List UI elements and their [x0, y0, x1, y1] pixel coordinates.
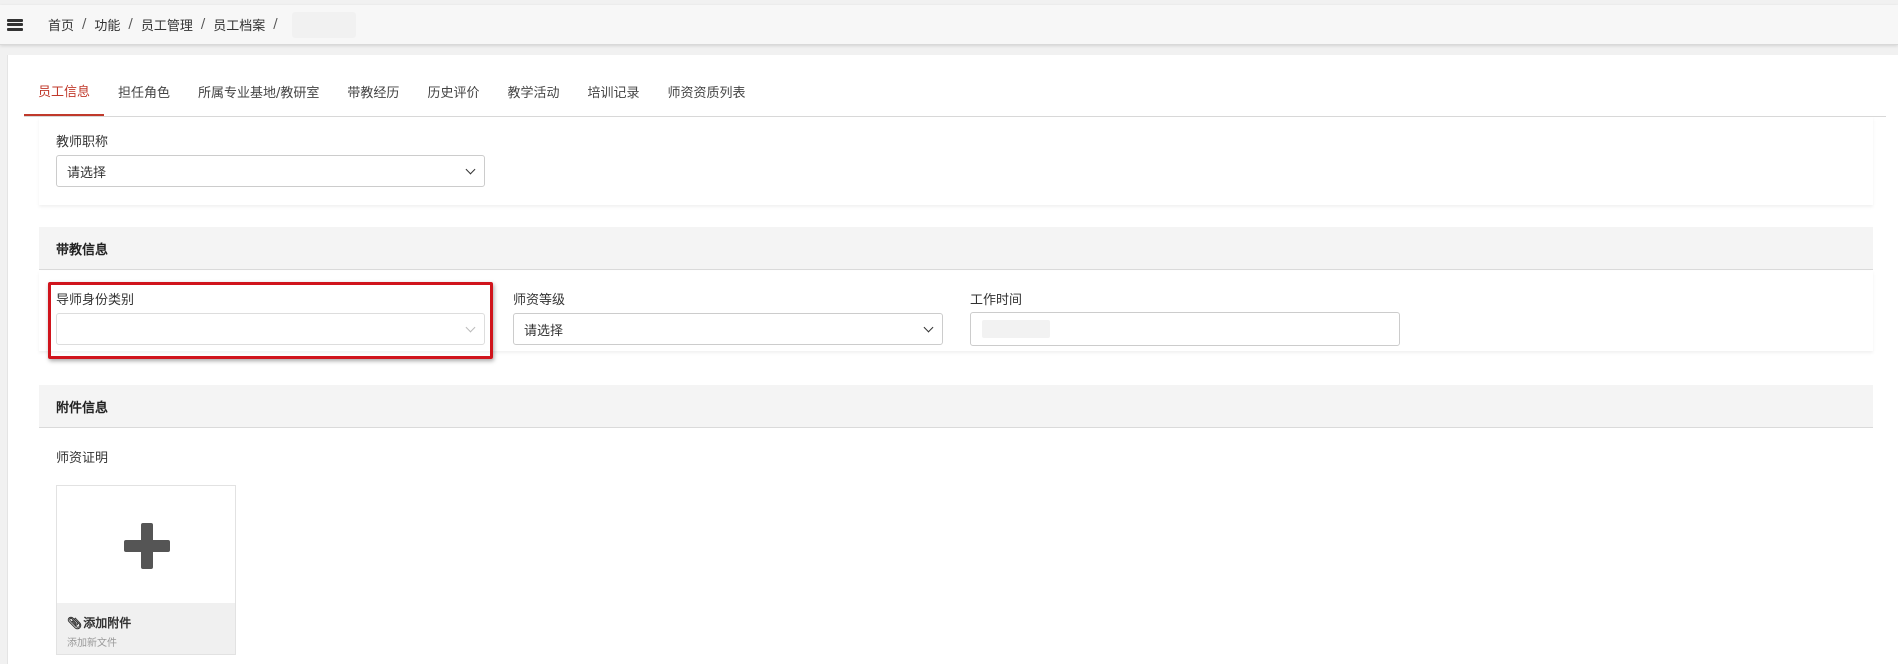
teacher-level-label: 师资等级: [513, 293, 566, 308]
attachment-info-header: 附件信息: [39, 385, 1873, 428]
breadcrumb-separator: /: [273, 17, 278, 32]
breadcrumb-separator: /: [128, 17, 133, 32]
add-attachment-button[interactable]: 📎︎ 添加附件 添加新文件: [56, 485, 236, 655]
breadcrumb-staff-management[interactable]: 员工管理: [141, 15, 193, 34]
teacher-level-select[interactable]: 请选择: [513, 313, 943, 345]
menu-toggle-button[interactable]: [0, 5, 30, 45]
breadcrumb-home[interactable]: 首页: [48, 15, 74, 34]
tab-history-evaluation[interactable]: 历史评价: [413, 55, 493, 116]
upload-title-text: 添加附件: [83, 616, 132, 630]
hamburger-icon: [7, 18, 23, 31]
breadcrumb-current-redacted: [291, 11, 356, 38]
breadcrumb-staff-archive[interactable]: 员工档案: [213, 15, 265, 34]
mentor-type-label: 导师身份类别: [56, 293, 135, 308]
breadcrumb-separator: /: [200, 17, 206, 32]
tab-roles[interactable]: 担任角色: [104, 55, 184, 116]
tab-base-department[interactable]: 所属专业基地/教研室: [184, 55, 333, 116]
teacher-title-label: 教师职称: [56, 135, 109, 150]
upload-footer: 📎︎ 添加附件 添加新文件: [57, 603, 235, 654]
chevron-down-icon: [465, 164, 476, 175]
upload-subtitle: 添加新文件: [67, 638, 117, 649]
tab-teaching-activity[interactable]: 教学活动: [493, 55, 573, 116]
upload-title: 📎︎ 添加附件: [67, 614, 235, 631]
teacher-level-value: 请选择: [524, 323, 564, 339]
main-panel: 员工信息 担任角色 所属专业基地/教研室 带教经历 历史评价 教学活动 培训记录…: [7, 55, 1898, 664]
plus-icon: [57, 486, 235, 604]
tab-bar: 员工信息 担任角色 所属专业基地/教研室 带教经历 历史评价 教学活动 培训记录…: [24, 55, 1886, 117]
breadcrumb: 首页 / 功能 / 员工管理 / 员工档案 /: [48, 11, 356, 38]
breadcrumb-separator: /: [82, 17, 87, 32]
teacher-cert-label: 师资证明: [56, 451, 109, 466]
tab-training-records[interactable]: 培训记录: [573, 55, 653, 116]
mentor-type-select[interactable]: [56, 313, 485, 345]
work-time-redacted: [982, 320, 1050, 338]
top-bar: 首页 / 功能 / 员工管理 / 员工档案 /: [0, 5, 1898, 45]
teaching-info-header: 带教信息: [39, 227, 1873, 270]
paperclip-icon: 📎︎: [67, 615, 83, 630]
tab-teaching-history[interactable]: 带教经历: [333, 55, 413, 116]
teacher-title-value: 请选择: [67, 165, 107, 181]
tab-qualification-list[interactable]: 师资资质列表: [653, 55, 759, 116]
teacher-title-select[interactable]: 请选择: [56, 155, 485, 187]
breadcrumb-function[interactable]: 功能: [94, 15, 120, 34]
chevron-down-icon: [465, 322, 476, 333]
tab-staff-info[interactable]: 员工信息: [24, 54, 105, 116]
chevron-down-icon: [923, 322, 934, 333]
work-time-label: 工作时间: [970, 293, 1023, 308]
